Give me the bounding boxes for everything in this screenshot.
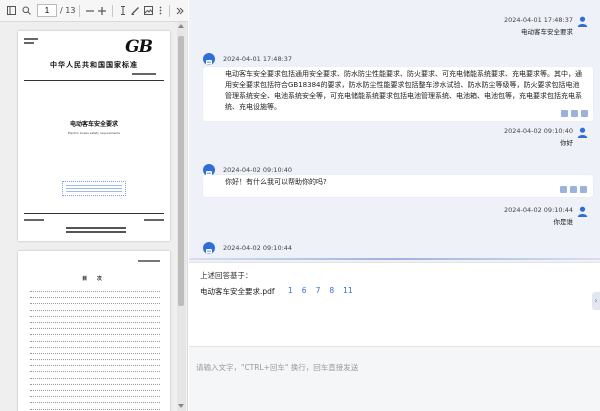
page-number-input[interactable] xyxy=(37,4,57,17)
toc-line xyxy=(30,295,160,299)
page-link[interactable]: 8 xyxy=(329,286,334,295)
thumbs-up-icon[interactable] xyxy=(561,110,568,117)
toc-line xyxy=(30,388,160,391)
divider xyxy=(24,80,164,81)
toc-line xyxy=(30,326,160,330)
pdf-toolbar: / 13 xyxy=(0,0,188,22)
toc-line xyxy=(30,351,160,354)
toolbar-divider xyxy=(169,4,171,17)
toc-line xyxy=(30,382,160,385)
message-text: 你是谁 xyxy=(553,218,574,226)
message-time: 2024-04-02 09:10:44 xyxy=(503,206,573,214)
sidebar-icon[interactable] xyxy=(3,0,19,22)
doc-title-en: Electric buses safety requirements xyxy=(67,131,121,135)
copy-icon[interactable] xyxy=(581,110,588,117)
message-time: 2024-04-01 17:48:37 xyxy=(223,55,293,63)
thumbs-down-icon[interactable] xyxy=(571,110,578,117)
chat-panel: 2024-04-01 17:48:37 电动客车安全要求 2024-04-01 … xyxy=(189,0,600,411)
user-message: 2024-04-02 09:10:44 你是谁 xyxy=(388,206,588,227)
toc-line xyxy=(30,308,160,311)
bot-avatar-icon xyxy=(203,53,215,65)
answer-references: 上述回答基于： 电动客车安全要求.pdf 1 6 7 8 11 xyxy=(189,262,600,346)
page-link[interactable]: 1 xyxy=(288,286,293,295)
toc-line xyxy=(30,357,160,361)
ics-code xyxy=(24,38,38,44)
standard-number xyxy=(132,73,156,75)
pdf-pages[interactable]: GB 中华人民共和国国家标准 电动客车安全要求 Electric buses s… xyxy=(0,22,178,411)
message-bubble: 你好！有什么我可以帮助你的吗? xyxy=(203,175,593,197)
pdf-viewer: / 13 xyxy=(0,0,188,411)
toc-line xyxy=(30,369,160,373)
toc-line xyxy=(30,363,160,367)
toc-line xyxy=(30,339,160,342)
toolbar-divider xyxy=(79,4,81,17)
toc-line xyxy=(30,332,160,336)
toc-line xyxy=(30,394,160,398)
toc-line xyxy=(30,345,160,348)
toc-line xyxy=(30,320,160,323)
toc-line xyxy=(30,314,160,317)
watermark-stamp xyxy=(62,181,126,196)
page-link[interactable]: 6 xyxy=(302,286,307,295)
zoom-in-icon[interactable] xyxy=(96,0,108,22)
message-time: 2024-04-02 09:10:40 xyxy=(503,127,573,135)
collapse-icon[interactable] xyxy=(174,0,186,22)
expand-panel-icon[interactable]: › xyxy=(592,292,600,310)
scroll-up-icon[interactable] xyxy=(178,24,184,28)
draw-icon[interactable] xyxy=(129,0,142,22)
reference-file-link[interactable]: 电动客车安全要求.pdf xyxy=(200,286,275,297)
message-input[interactable] xyxy=(196,357,594,377)
message-composer xyxy=(189,346,600,411)
references-label: 上述回答基于： xyxy=(200,271,253,280)
loading-indicator xyxy=(189,258,600,260)
page-link[interactable]: 7 xyxy=(316,286,321,295)
pdf-page-2: 目 次 xyxy=(18,251,170,411)
scroll-down-icon[interactable] xyxy=(178,404,184,408)
message-time: 2024-04-02 09:10:40 xyxy=(223,166,293,174)
toc-line xyxy=(30,289,160,292)
toc-title: 目 次 xyxy=(82,276,106,282)
issue-dates xyxy=(24,215,164,221)
user-message: 2024-04-01 17:48:37 电动客车安全要求 xyxy=(388,16,588,37)
doc-title: 电动客车安全要求 xyxy=(69,121,118,128)
app-window: / 13 xyxy=(0,0,600,411)
page-link[interactable]: 11 xyxy=(343,286,353,295)
search-icon[interactable] xyxy=(19,0,33,22)
toc-line xyxy=(30,407,160,410)
zoom-out-icon[interactable] xyxy=(84,0,96,22)
text-cursor-icon[interactable] xyxy=(117,0,129,22)
reference-pages: 1 6 7 8 11 xyxy=(288,286,353,295)
message-text: 电动客车安全要求 xyxy=(521,28,573,36)
gb-logo: GB xyxy=(125,37,153,57)
message-actions xyxy=(561,110,588,258)
toc-line xyxy=(30,301,160,305)
page-total: / 13 xyxy=(60,6,76,15)
publisher xyxy=(66,227,126,233)
message-time: 2024-04-01 17:48:37 xyxy=(503,16,573,24)
user-message: 2024-04-02 09:10:40 你好 xyxy=(388,127,588,148)
more-icon[interactable] xyxy=(155,0,165,22)
message-text: 你好 xyxy=(560,139,573,147)
toc-line xyxy=(30,376,160,379)
message-time: 2024-04-02 09:10:44 xyxy=(223,244,293,252)
national-standard-title: 中华人民共和国国家标准 xyxy=(50,60,138,69)
message-text: 电动客车安全要求包括通用安全要求、防水防尘性能要求、防火要求、可充电储能系统要求… xyxy=(225,70,582,111)
user-avatar-icon xyxy=(577,16,588,27)
scrollbar-thumb[interactable] xyxy=(178,36,184,306)
bot-avatar-icon xyxy=(203,242,215,254)
message-text: 你好！有什么我可以帮助你的吗? xyxy=(225,178,327,186)
image-icon[interactable] xyxy=(142,0,155,22)
message-bubble: 电动客车安全要求包括通用安全要求、防水防尘性能要求、防火要求、可充电储能系统要求… xyxy=(203,67,593,121)
pdf-page-1: GB 中华人民共和国国家标准 电动客车安全要求 Electric buses s… xyxy=(18,31,170,241)
message-list[interactable]: 2024-04-01 17:48:37 电动客车安全要求 2024-04-01 … xyxy=(189,0,600,262)
pdf-scrollbar[interactable] xyxy=(177,22,186,411)
toolbar-divider xyxy=(112,4,114,17)
toc-line xyxy=(30,400,160,404)
divider xyxy=(24,213,164,214)
table-of-contents xyxy=(30,289,160,411)
standard-number xyxy=(138,260,160,262)
